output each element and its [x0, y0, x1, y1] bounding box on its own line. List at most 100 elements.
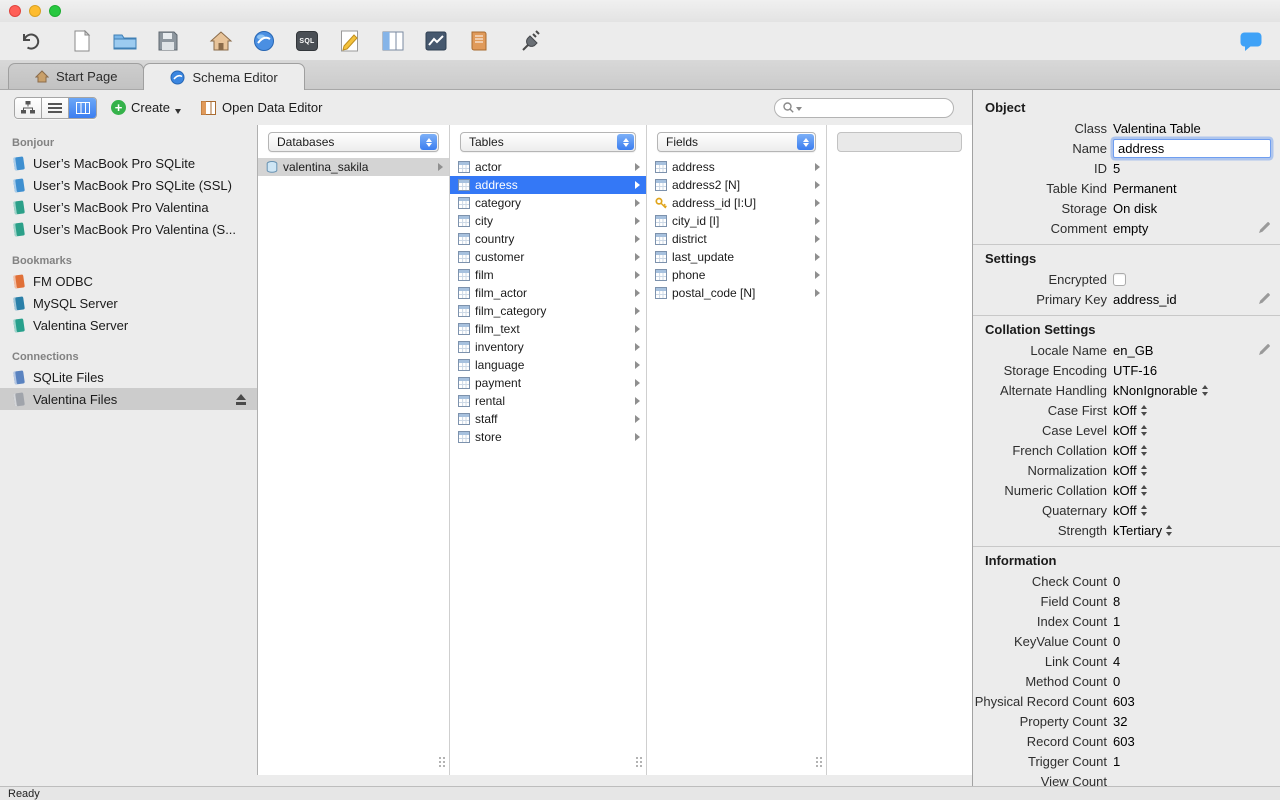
tree-view-button[interactable] — [15, 97, 42, 118]
disclosure-arrow-icon[interactable] — [815, 181, 820, 189]
list-view-button[interactable] — [42, 97, 69, 118]
disclosure-arrow-icon[interactable] — [635, 307, 640, 315]
disclosure-arrow-icon[interactable] — [635, 415, 640, 423]
undo-icon[interactable] — [14, 26, 44, 56]
edit-pencil-icon[interactable] — [1258, 344, 1270, 356]
sidebar-item-user-s-macbook-pro-valentina[interactable]: User’s MacBook Pro Valentina — [0, 196, 257, 218]
list-item-category[interactable]: category — [450, 194, 646, 212]
disclosure-arrow-icon[interactable] — [635, 217, 640, 225]
list-item-address[interactable]: address — [647, 158, 826, 176]
picker-fields[interactable]: Fields — [657, 132, 816, 152]
list-item-country[interactable]: country — [450, 230, 646, 248]
list-item-address[interactable]: address — [450, 176, 646, 194]
list-item-payment[interactable]: payment — [450, 374, 646, 392]
disclosure-arrow-icon[interactable] — [635, 325, 640, 333]
list-item-staff[interactable]: staff — [450, 410, 646, 428]
list-item-film-category[interactable]: film_category — [450, 302, 646, 320]
select-arrows-icon[interactable] — [1140, 404, 1148, 416]
search-field[interactable] — [774, 97, 954, 118]
select-arrows-icon[interactable] — [1140, 444, 1148, 456]
search-scope-chevron-icon[interactable] — [796, 106, 802, 111]
sidebar-item-fm-odbc[interactable]: FM ODBC — [0, 270, 257, 292]
picker-tables[interactable]: Tables — [460, 132, 636, 152]
report-icon[interactable] — [464, 26, 494, 56]
new-document-icon[interactable] — [67, 26, 97, 56]
edit-pencil-icon[interactable] — [1258, 222, 1270, 234]
column-resize-grip[interactable] — [640, 765, 642, 767]
list-item-inventory[interactable]: inventory — [450, 338, 646, 356]
sidebar-item-user-s-macbook-pro-valentina-s[interactable]: User’s MacBook Pro Valentina (S... — [0, 218, 257, 240]
query-builder-icon[interactable] — [335, 26, 365, 56]
tab-start-page[interactable]: Start Page — [8, 63, 145, 89]
eject-icon[interactable] — [234, 393, 247, 405]
sidebar-item-user-s-macbook-pro-sqlite-ssl[interactable]: User’s MacBook Pro SQLite (SSL) — [0, 174, 257, 196]
name-input[interactable] — [1113, 138, 1271, 158]
sidebar-item-mysql-server[interactable]: MySQL Server — [0, 292, 257, 314]
disclosure-arrow-icon[interactable] — [635, 289, 640, 297]
list-item-district[interactable]: district — [647, 230, 826, 248]
open-data-editor-button[interactable]: Open Data Editor — [201, 100, 322, 115]
column-view-button[interactable] — [69, 97, 96, 118]
list-item-address2-n[interactable]: address2 [N] — [647, 176, 826, 194]
connect-icon[interactable] — [517, 26, 547, 56]
select-arrows-icon[interactable] — [1140, 484, 1148, 496]
list-item-customer[interactable]: customer — [450, 248, 646, 266]
list-item-language[interactable]: language — [450, 356, 646, 374]
disclosure-arrow-icon[interactable] — [635, 397, 640, 405]
create-button[interactable]: Create — [111, 100, 182, 115]
disclosure-arrow-icon[interactable] — [635, 235, 640, 243]
chart-icon[interactable] — [421, 26, 451, 56]
select-arrows-icon[interactable] — [1140, 504, 1148, 516]
sidebar-item-sqlite-files[interactable]: SQLite Files — [0, 366, 257, 388]
list-item-phone[interactable]: phone — [647, 266, 826, 284]
disclosure-arrow-icon[interactable] — [815, 163, 820, 171]
disclosure-arrow-icon[interactable] — [815, 235, 820, 243]
data-editor-icon[interactable] — [378, 26, 408, 56]
zoom-window-button[interactable] — [49, 5, 61, 17]
tab-schema-editor[interactable]: Schema Editor — [143, 63, 305, 90]
list-item-film-text[interactable]: film_text — [450, 320, 646, 338]
sidebar-item-user-s-macbook-pro-sqlite[interactable]: User’s MacBook Pro SQLite — [0, 152, 257, 174]
disclosure-arrow-icon[interactable] — [635, 181, 640, 189]
disclosure-arrow-icon[interactable] — [815, 271, 820, 279]
list-item-address-id-i-u[interactable]: address_id [I:U] — [647, 194, 826, 212]
disclosure-arrow-icon[interactable] — [438, 163, 443, 171]
disclosure-arrow-icon[interactable] — [815, 199, 820, 207]
disclosure-arrow-icon[interactable] — [635, 433, 640, 441]
picker-databases[interactable]: Databases — [268, 132, 439, 152]
open-folder-icon[interactable] — [110, 26, 140, 56]
encrypted-checkbox[interactable] — [1113, 272, 1126, 286]
column-resize-grip[interactable] — [820, 765, 822, 767]
disclosure-arrow-icon[interactable] — [635, 361, 640, 369]
disclosure-arrow-icon[interactable] — [815, 217, 820, 225]
select-arrows-icon[interactable] — [1166, 524, 1173, 536]
list-item-store[interactable]: store — [450, 428, 646, 446]
select-arrows-icon[interactable] — [1201, 384, 1209, 396]
search-input[interactable] — [804, 100, 945, 115]
disclosure-arrow-icon[interactable] — [815, 289, 820, 297]
disclosure-arrow-icon[interactable] — [635, 199, 640, 207]
start-page-icon[interactable] — [206, 26, 236, 56]
list-item-city[interactable]: city — [450, 212, 646, 230]
disclosure-arrow-icon[interactable] — [635, 163, 640, 171]
minimize-window-button[interactable] — [29, 5, 41, 17]
disclosure-arrow-icon[interactable] — [635, 253, 640, 261]
select-arrows-icon[interactable] — [1140, 464, 1148, 476]
disclosure-arrow-icon[interactable] — [635, 343, 640, 351]
list-item-film[interactable]: film — [450, 266, 646, 284]
sql-editor-icon[interactable]: SQL — [292, 26, 322, 56]
disclosure-arrow-icon[interactable] — [635, 379, 640, 387]
list-item-postal-code-n[interactable]: postal_code [N] — [647, 284, 826, 302]
column-resize-grip[interactable] — [443, 765, 445, 767]
edit-pencil-icon[interactable] — [1258, 293, 1270, 305]
save-icon[interactable] — [153, 26, 183, 56]
disclosure-arrow-icon[interactable] — [635, 271, 640, 279]
list-item-city-id-i[interactable]: city_id [I] — [647, 212, 826, 230]
sidebar-item-valentina-files[interactable]: Valentina Files — [0, 388, 257, 410]
list-item-rental[interactable]: rental — [450, 392, 646, 410]
schema-editor-icon[interactable] — [249, 26, 279, 56]
disclosure-arrow-icon[interactable] — [815, 253, 820, 261]
sidebar-item-valentina-server[interactable]: Valentina Server — [0, 314, 257, 336]
close-window-button[interactable] — [9, 5, 21, 17]
list-item-film-actor[interactable]: film_actor — [450, 284, 646, 302]
